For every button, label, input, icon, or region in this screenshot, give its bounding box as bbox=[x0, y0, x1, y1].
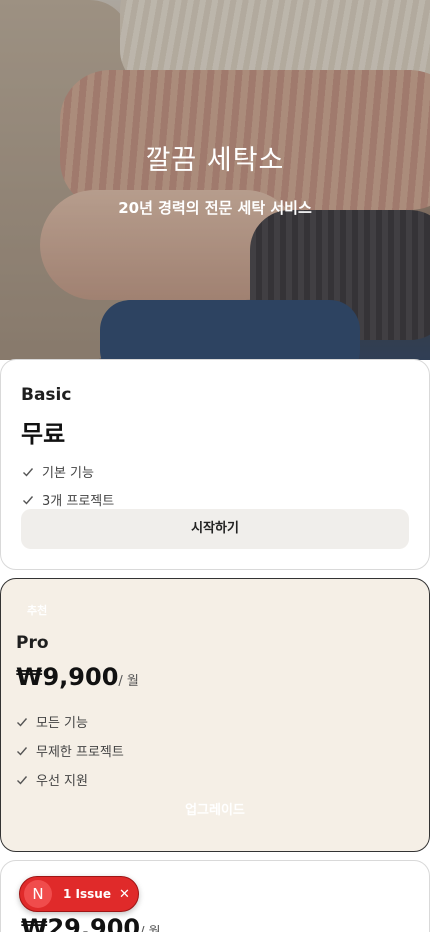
check-icon bbox=[23, 467, 34, 477]
plan-price-row: ₩29,900/ 월 bbox=[21, 914, 161, 932]
feature-label: 우선 지원 bbox=[36, 774, 88, 789]
hero-overlay bbox=[0, 0, 430, 360]
plan-name: Basic bbox=[21, 385, 72, 405]
recommended-badge: 추천 bbox=[27, 604, 48, 617]
plan-price: ₩9,900 bbox=[16, 663, 119, 691]
check-icon bbox=[17, 717, 28, 727]
plan-card-pro: 추천 Pro ₩9,900/ 월 모든 기능 무제한 프로젝트 우선 지원 업그… bbox=[0, 578, 430, 852]
check-icon bbox=[17, 746, 28, 756]
check-icon bbox=[23, 495, 34, 505]
hero-banner: 깔끔 세탁소 20년 경력의 전문 세탁 서비스 bbox=[0, 0, 430, 360]
feature-item: 3개 프로젝트 bbox=[22, 490, 114, 509]
price-period: / 월 bbox=[118, 674, 139, 689]
feature-item: 기본 기능 bbox=[22, 462, 94, 481]
feature-label: 기본 기능 bbox=[42, 466, 94, 481]
start-button[interactable]: 시작하기 bbox=[21, 509, 409, 549]
plan-card-basic: Basic 무료 기본 기능 3개 프로젝트 시작하기 bbox=[0, 359, 430, 570]
issue-indicator[interactable]: N 1 Issue ✕ bbox=[19, 876, 139, 912]
hero-title: 깔끔 세탁소 bbox=[145, 145, 285, 176]
feature-label: 3개 프로젝트 bbox=[42, 494, 115, 509]
issue-avatar: N bbox=[24, 880, 52, 908]
plan-name: Pro bbox=[16, 633, 49, 653]
issue-count-label[interactable]: 1 Issue bbox=[63, 887, 111, 901]
check-icon bbox=[17, 775, 28, 785]
feature-item: 무제한 프로젝트 bbox=[16, 741, 124, 760]
feature-label: 모든 기능 bbox=[36, 716, 88, 731]
plan-price: 무료 bbox=[21, 420, 66, 448]
upgrade-button[interactable]: 업그레이드 bbox=[15, 791, 415, 831]
plan-price-row: ₩9,900/ 월 bbox=[16, 663, 139, 691]
feature-item: 우선 지원 bbox=[16, 770, 88, 789]
feature-item: 모든 기능 bbox=[16, 712, 88, 731]
hero-subtitle: 20년 경력의 전문 세탁 서비스 bbox=[118, 199, 312, 217]
feature-label: 무제한 프로젝트 bbox=[36, 745, 124, 760]
plan-price: ₩29,900 bbox=[21, 914, 141, 932]
close-icon[interactable]: ✕ bbox=[119, 887, 130, 902]
price-period: / 월 bbox=[140, 925, 160, 932]
